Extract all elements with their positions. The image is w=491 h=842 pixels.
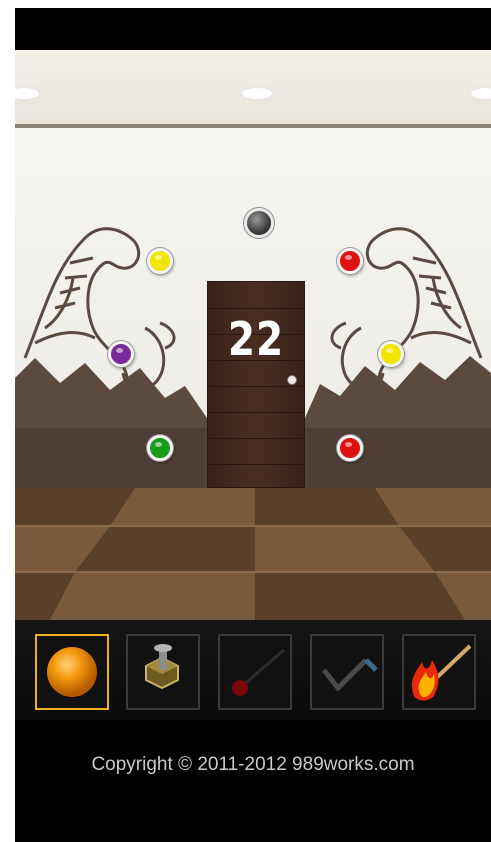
door-number: 22 xyxy=(227,312,285,366)
inventory-slot-4[interactable] xyxy=(310,634,384,710)
left-button-purple[interactable] xyxy=(108,341,134,367)
bent-rod-icon xyxy=(322,658,378,692)
exit-door[interactable]: 22 xyxy=(207,281,305,488)
left-button-green[interactable] xyxy=(147,435,173,461)
ceiling-light-center xyxy=(242,88,272,99)
inventory-slot-3[interactable] xyxy=(218,634,292,710)
copyright-text: Copyright © 2011-2012 989works.com xyxy=(91,754,415,775)
gray-center-button[interactable] xyxy=(244,208,274,238)
ceiling-light-left xyxy=(15,88,39,99)
inventory-slot-1[interactable] xyxy=(35,634,109,710)
game-screen: 22 Copyright © 2011-2012 989works.com xyxy=(15,8,491,842)
room-scene: 22 xyxy=(15,50,491,620)
door-knob[interactable] xyxy=(287,375,297,385)
right-button-red-bottom[interactable] xyxy=(337,435,363,461)
ceiling xyxy=(15,50,491,126)
red-lever-stick-icon xyxy=(232,648,285,696)
ceiling-light-right xyxy=(471,88,491,99)
right-button-red-top[interactable] xyxy=(337,248,363,274)
inventory-slot-5[interactable] xyxy=(402,634,476,710)
inventory-slot-2[interactable] xyxy=(126,634,200,710)
orange-ball-icon xyxy=(47,647,97,697)
metal-bolt-icon xyxy=(145,644,179,690)
inventory-bar xyxy=(15,620,491,720)
right-button-yellow[interactable] xyxy=(378,341,404,367)
left-button-yellow[interactable] xyxy=(147,248,173,274)
floor xyxy=(15,488,491,620)
burning-match-icon xyxy=(411,644,472,701)
